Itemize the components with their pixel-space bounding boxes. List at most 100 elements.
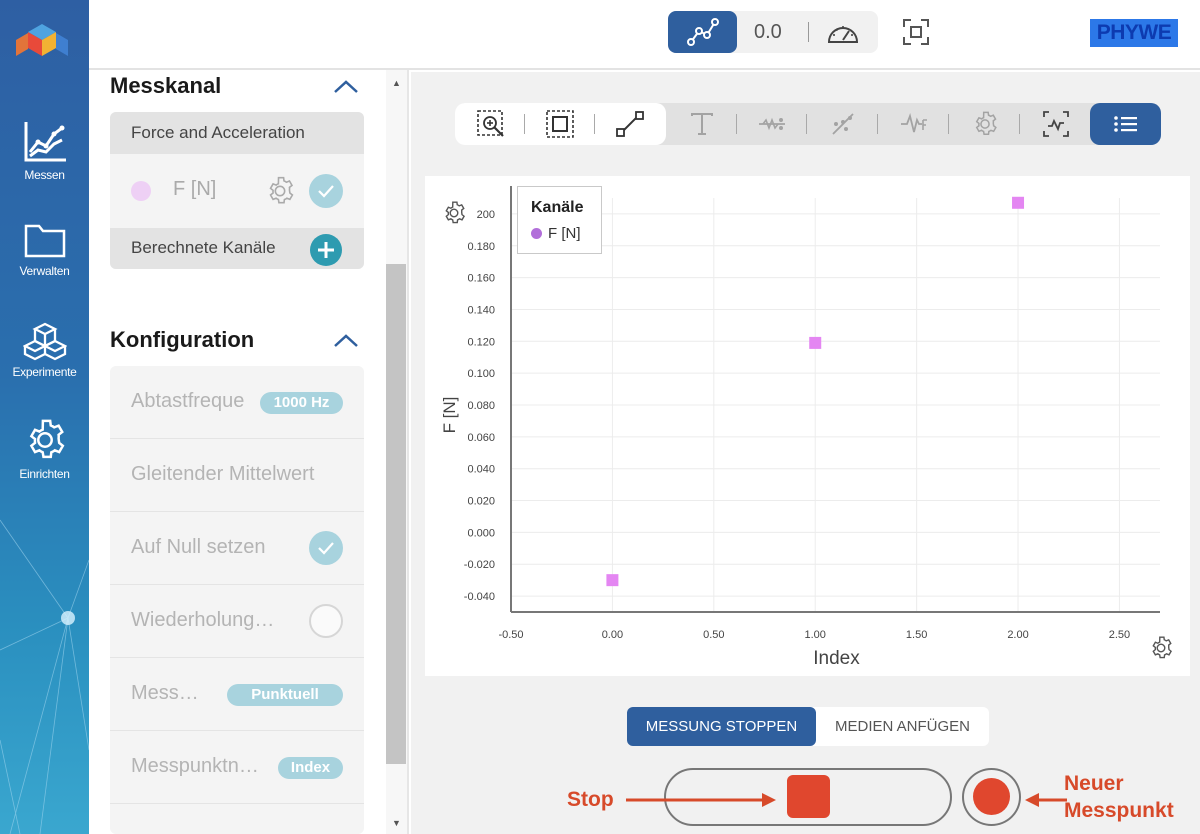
measurement-buttons: MESSUNG STOPPEN MEDIEN ANFÜGEN <box>627 707 989 746</box>
chart-settings-button[interactable] <box>970 109 1000 139</box>
y-tick-label: 0.140 <box>467 304 495 316</box>
section-title-messkanal: Messkanal <box>110 73 222 98</box>
stop-measurement-button[interactable]: MESSUNG STOPPEN <box>627 707 816 746</box>
annotation-new-point: Neuer Messpunkt <box>1064 770 1174 824</box>
chart-frame-icon <box>1043 111 1069 137</box>
channel-color-dot <box>131 181 151 201</box>
signal-analysis-button[interactable] <box>899 109 929 139</box>
text-tool-button[interactable] <box>687 109 717 139</box>
fit-curve-icon <box>832 113 854 135</box>
digital-value-button[interactable]: 0.0 <box>754 21 782 44</box>
y-tick-label: -0.040 <box>464 591 495 603</box>
nav-label: Experimente <box>12 365 77 379</box>
nav-item-messen[interactable]: Messen <box>0 118 89 182</box>
y-tick-label: 0.060 <box>467 432 495 444</box>
computed-channels-label: Berechnete Kanäle <box>131 238 276 257</box>
legend-item[interactable]: F [N] <box>531 225 581 242</box>
app-logo-icon <box>16 24 68 56</box>
annotation-arrow-right <box>626 793 776 807</box>
y-tick-label: 0.000 <box>467 527 495 539</box>
config-row-measurement-mode[interactable]: Mess… Punktuell <box>110 658 364 731</box>
list-view-button[interactable] <box>1090 103 1161 145</box>
channel-check-icon[interactable] <box>309 174 343 208</box>
config-card: Abtastfreque 1000 Hz Gleitender Mittelwe… <box>110 366 364 834</box>
separator <box>806 114 807 134</box>
text-tool-icon <box>691 113 713 135</box>
channel-settings-icon[interactable] <box>264 175 296 207</box>
channel-row[interactable]: F [N] <box>110 154 364 228</box>
nav-label: Messen <box>24 168 65 182</box>
graph-view-button[interactable] <box>668 11 737 53</box>
smoothing-button[interactable] <box>757 109 787 139</box>
nav-item-experimente[interactable]: Experimente <box>0 321 89 379</box>
add-media-button[interactable]: MEDIEN ANFÜGEN <box>816 707 989 746</box>
chart-toolbar <box>455 103 1161 145</box>
config-row-repeat[interactable]: Wiederholung… <box>110 585 364 658</box>
data-point[interactable] <box>809 336 822 349</box>
scroll-thumb[interactable] <box>386 264 406 764</box>
separator <box>948 114 949 134</box>
zero-check-icon[interactable] <box>309 531 343 565</box>
nav-item-verwalten[interactable]: Verwalten <box>0 220 89 278</box>
new-point-button[interactable] <box>973 778 1010 815</box>
gear-icon <box>975 111 997 136</box>
legend-marker <box>531 228 542 239</box>
config-label: Mess… <box>131 682 199 704</box>
chevron-up-icon[interactable] <box>333 334 359 348</box>
separator <box>594 114 595 134</box>
fit-button[interactable] <box>545 109 575 139</box>
channel-card: Force and Acceleration F [N] Berechnete … <box>110 112 364 269</box>
separator <box>877 114 878 134</box>
repeat-toggle[interactable] <box>309 604 343 638</box>
view-mode-segment: 0.0 <box>668 11 878 53</box>
separator <box>808 22 809 42</box>
left-nav: Messen Verwalten Experimente Einrichten <box>0 0 89 834</box>
chevron-up-icon[interactable] <box>333 80 359 94</box>
fullscreen-icon[interactable] <box>903 19 929 45</box>
zoom-in-button[interactable] <box>476 109 506 139</box>
decorative-network-graphic <box>0 519 89 834</box>
config-label: Auf Null setzen <box>131 536 266 558</box>
stop-button[interactable] <box>787 775 830 818</box>
chart-panel[interactable]: -0.50 0.00 0.50 1.00 1.50 2.00 2.50 -0.040 -0.02… <box>425 176 1190 676</box>
y-axis-settings-icon[interactable] <box>441 200 467 226</box>
config-label: Abtastfreque <box>131 390 245 412</box>
y-tick-label: -0.020 <box>464 559 495 571</box>
y-tick-label: 0.180 <box>467 241 495 253</box>
data-point[interactable] <box>606 574 619 587</box>
scroll-up-icon[interactable]: ▲ <box>392 78 401 88</box>
gauge-icon[interactable] <box>826 20 860 46</box>
computed-channels-row: Berechnete Kanäle <box>110 228 364 269</box>
config-row-point-number[interactable]: Messpunktn… Index <box>110 731 364 804</box>
chart-export-button[interactable] <box>1041 109 1071 139</box>
nav-item-einrichten[interactable]: Einrichten <box>0 417 89 481</box>
line-tool-button[interactable] <box>615 109 645 139</box>
config-row-sampling-rate[interactable]: Abtastfreque 1000 Hz <box>110 366 364 439</box>
chart-line-icon <box>24 122 66 162</box>
left-panel: Messkanal Force and Acceleration F [N] B… <box>89 70 409 834</box>
fit-curve-button[interactable] <box>828 109 858 139</box>
legend-item-label: F [N] <box>548 225 581 242</box>
config-row-zero[interactable]: Auf Null setzen <box>110 512 364 585</box>
y-tick-label: 0.020 <box>467 496 495 508</box>
zoom-in-icon <box>477 110 504 137</box>
list-icon <box>1113 116 1137 132</box>
top-bar: 0.0 PHYWE <box>89 0 1200 70</box>
sensor-name: Force and Acceleration <box>110 112 364 154</box>
config-row-moving-average[interactable]: Gleitender Mittelwert <box>110 439 364 512</box>
separator <box>736 114 737 134</box>
cubes-icon <box>22 322 67 361</box>
panel-scrollbar[interactable]: ▲ ▼ <box>386 70 407 834</box>
data-point[interactable] <box>1012 196 1025 209</box>
nav-label: Einrichten <box>19 467 70 481</box>
main-area: -0.50 0.00 0.50 1.00 1.50 2.00 2.50 -0.040 -0.02… <box>411 72 1200 834</box>
separator <box>1019 114 1020 134</box>
scroll-down-icon[interactable]: ▼ <box>392 818 401 828</box>
annotation-stop: Stop <box>567 788 614 811</box>
graph-view-icon <box>686 18 719 46</box>
config-label: Gleitender Mittelwert <box>131 463 315 485</box>
x-axis-settings-icon[interactable] <box>1148 635 1174 661</box>
chart-legend: Kanäle F [N] <box>517 186 602 254</box>
nav-label: Verwalten <box>19 264 70 278</box>
add-computed-channel-icon[interactable] <box>309 233 343 267</box>
